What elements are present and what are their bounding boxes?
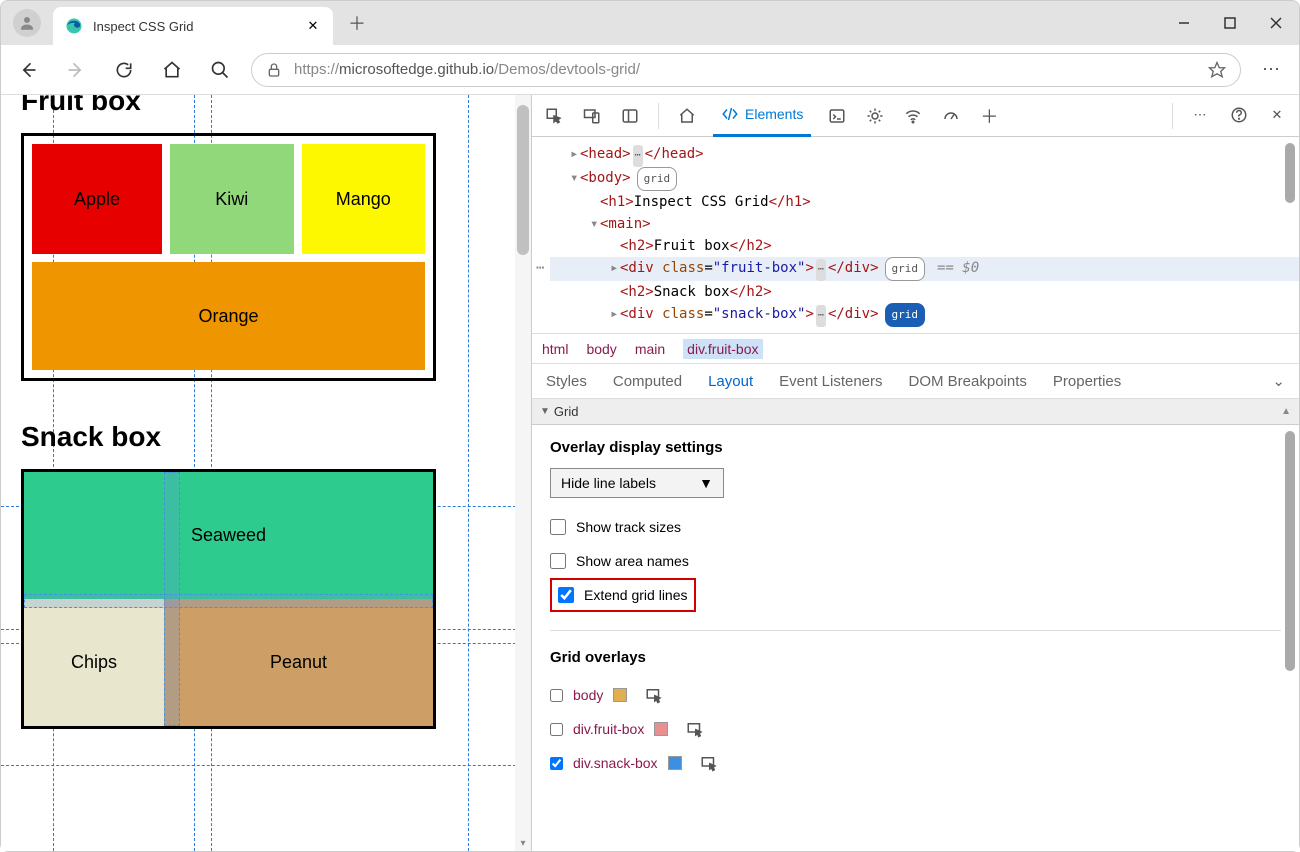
browser-tab[interactable]: Inspect CSS Grid ✕ [53, 7, 333, 45]
maximize-button[interactable] [1207, 1, 1253, 45]
heading-fruit-box: Fruit box [21, 95, 511, 117]
grid-gap-overlay [24, 594, 433, 608]
overlay-row-snack-box[interactable]: div.snack-box [550, 746, 1281, 780]
checkbox-show-area-names[interactable]: Show area names [550, 544, 1281, 578]
chevron-down-icon: ▼ [699, 475, 713, 491]
devtools-tabbar: Elements ＋ ⋯ ✕ [532, 95, 1299, 137]
dom-scrollbar-thumb[interactable] [1285, 143, 1295, 203]
new-tab-button[interactable]: ＋ [341, 7, 373, 39]
sources-tab-icon[interactable] [863, 104, 887, 128]
fruit-orange: Orange [32, 262, 425, 370]
scrollbar-thumb[interactable] [517, 105, 529, 255]
chevron-down-icon[interactable]: ⌄ [1272, 372, 1285, 390]
network-tab-icon[interactable] [901, 104, 925, 128]
tab-elements[interactable]: Elements [713, 95, 811, 137]
page-viewport: Fruit box Apple Kiwi Mango Orange Snack … [1, 95, 531, 851]
section-grid-header[interactable]: ▼Grid ▲ [532, 399, 1299, 425]
profile-icon[interactable] [13, 9, 41, 37]
tab-event-listeners[interactable]: Event Listeners [779, 373, 882, 390]
snack-chips: Chips [24, 599, 164, 726]
snack-peanut: Peanut [164, 599, 433, 726]
scroll-up-icon[interactable]: ▲ [1281, 406, 1291, 417]
tab-properties[interactable]: Properties [1053, 373, 1121, 390]
reveal-icon[interactable] [686, 720, 704, 738]
fruit-apple: Apple [32, 144, 162, 254]
overlay-row-body[interactable]: body [550, 678, 1281, 712]
overlay-checkbox[interactable] [550, 757, 563, 770]
layout-scrollbar-thumb[interactable] [1285, 431, 1295, 671]
gridline [1, 765, 531, 766]
inspect-element-icon[interactable] [542, 104, 566, 128]
nav-toolbar: https://microsoftedge.github.io/Demos/de… [1, 45, 1299, 95]
reveal-icon[interactable] [700, 754, 718, 772]
close-window-button[interactable] [1253, 1, 1299, 45]
url-text: https://microsoftedge.github.io/Demos/de… [294, 61, 1196, 78]
lock-icon [266, 62, 282, 78]
address-bar[interactable]: https://microsoftedge.github.io/Demos/de… [251, 53, 1241, 87]
overlay-checkbox[interactable] [550, 689, 563, 702]
edge-favicon-icon [65, 17, 83, 35]
overflow-button[interactable]: ⋯ [1255, 53, 1289, 87]
device-toggle-icon[interactable] [580, 104, 604, 128]
line-labels-select[interactable]: Hide line labels ▼ [550, 468, 724, 498]
breadcrumb-item[interactable]: body [586, 341, 616, 357]
color-swatch[interactable] [668, 756, 682, 770]
welcome-tab-icon[interactable] [675, 104, 699, 128]
console-tab-icon[interactable] [825, 104, 849, 128]
performance-tab-icon[interactable] [939, 104, 963, 128]
dom-breadcrumb[interactable]: html body main div.fruit-box [532, 333, 1299, 363]
grid-gap-overlay [164, 472, 180, 726]
checkbox-extend-grid-lines[interactable]: Extend grid lines [550, 578, 696, 612]
breadcrumb-item[interactable]: html [542, 341, 568, 357]
overlay-row-fruit-box[interactable]: div.fruit-box [550, 712, 1281, 746]
styles-tabbar: Styles Computed Layout Event Listeners D… [532, 363, 1299, 399]
grid-overlays-heading: Grid overlays [550, 649, 1281, 666]
devtools-close-icon[interactable]: ✕ [1265, 103, 1289, 127]
tab-title: Inspect CSS Grid [93, 19, 305, 34]
overlay-checkbox[interactable] [550, 723, 563, 736]
page-scrollbar[interactable]: ▾ [515, 95, 531, 851]
heading-snack-box: Snack box [21, 421, 511, 453]
tab-dom-breakpoints[interactable]: DOM Breakpoints [909, 373, 1027, 390]
code-icon [721, 105, 739, 123]
snack-box-grid: Seaweed Chips Peanut [21, 469, 436, 729]
tab-styles[interactable]: Styles [546, 373, 587, 390]
dom-tree[interactable]: ▸<head>⋯</head> ▾<body>grid <h1>Inspect … [532, 137, 1299, 333]
tab-computed[interactable]: Computed [613, 373, 682, 390]
fruit-box-grid: Apple Kiwi Mango Orange [21, 133, 436, 381]
favorite-icon[interactable] [1208, 61, 1226, 79]
titlebar: Inspect CSS Grid ✕ ＋ [1, 1, 1299, 45]
devtools-panel: Elements ＋ ⋯ ✕ ▸<head>⋯</head> ▾<body>gr [531, 95, 1299, 851]
fruit-kiwi: Kiwi [170, 144, 294, 254]
minimize-button[interactable] [1161, 1, 1207, 45]
overlay-settings-heading: Overlay display settings [550, 439, 1281, 456]
search-button[interactable] [203, 53, 237, 87]
back-button[interactable] [11, 53, 45, 87]
help-icon[interactable] [1227, 103, 1251, 127]
tab-close-icon[interactable]: ✕ [305, 18, 321, 34]
devtools-more-icon[interactable]: ⋯ [1189, 103, 1213, 127]
forward-button [59, 53, 93, 87]
breadcrumb-item[interactable]: div.fruit-box [683, 339, 762, 359]
home-button[interactable] [155, 53, 189, 87]
color-swatch[interactable] [613, 688, 627, 702]
more-tabs-icon[interactable]: ＋ [977, 104, 1001, 128]
layout-pane: Overlay display settings Hide line label… [532, 425, 1299, 851]
scroll-down-icon[interactable]: ▾ [515, 835, 531, 851]
fruit-mango: Mango [302, 144, 426, 254]
panel-toggle-icon[interactable] [618, 104, 642, 128]
snack-seaweed: Seaweed [24, 472, 433, 599]
breadcrumb-item[interactable]: main [635, 341, 665, 357]
tab-layout[interactable]: Layout [708, 373, 753, 390]
checkbox-show-track-sizes[interactable]: Show track sizes [550, 510, 1281, 544]
reveal-icon[interactable] [645, 686, 663, 704]
color-swatch[interactable] [654, 722, 668, 736]
reload-button[interactable] [107, 53, 141, 87]
